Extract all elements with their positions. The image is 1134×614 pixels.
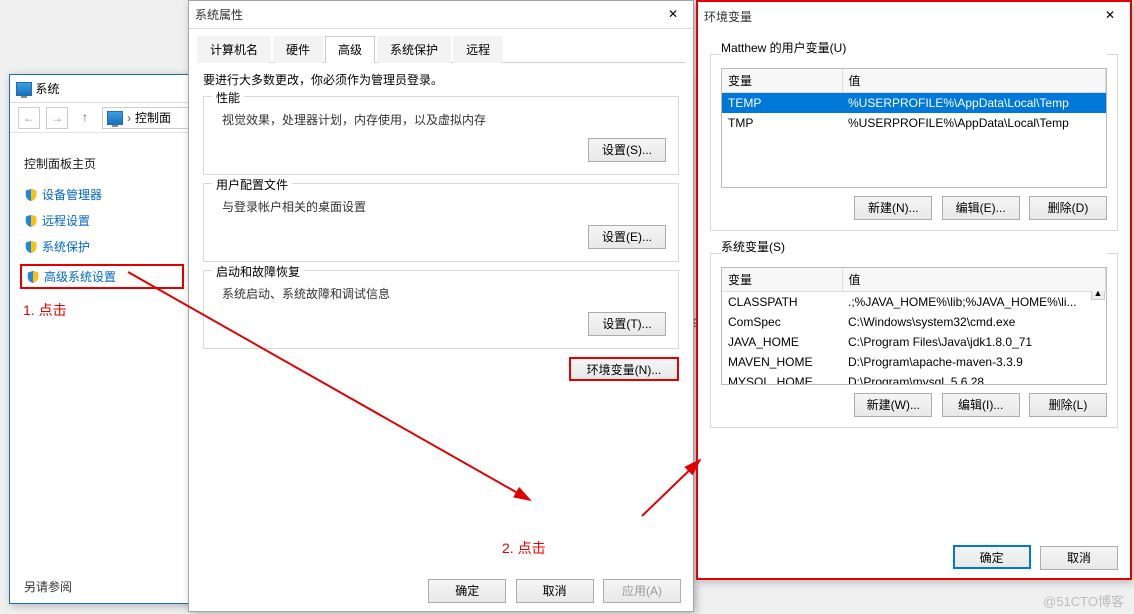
user-vars-table[interactable]: 变量值 TEMP%USERPROFILE%\AppData\Local\Temp… <box>721 68 1107 188</box>
nav-fwd-button[interactable]: → <box>46 107 68 129</box>
shield-icon <box>24 188 38 202</box>
addr-icon <box>107 111 123 125</box>
see-also-label: 另请参阅 <box>24 578 72 595</box>
edit-user-button[interactable]: 编辑(E)... <box>942 196 1020 220</box>
table-row[interactable]: CLASSPATH.;%JAVA_HOME%\lib;%JAVA_HOME%\l… <box>722 292 1106 313</box>
settings-t-button[interactable]: 设置(T)... <box>588 312 666 336</box>
col-var[interactable]: 变量 <box>722 69 842 93</box>
shield-icon <box>26 270 40 284</box>
sp-tabs: 计算机名 硬件 高级 系统保护 远程 <box>197 35 685 63</box>
apply-button[interactable]: 应用(A) <box>603 579 681 603</box>
sidebar-home[interactable]: 控制面板主页 <box>24 155 184 172</box>
edit-sys-button[interactable]: 编辑(I)... <box>942 393 1020 417</box>
new-user-button[interactable]: 新建(N)... <box>854 196 932 220</box>
sidebar-item-device-manager[interactable]: 设备管理器 <box>24 186 184 203</box>
tab-remote[interactable]: 远程 <box>453 36 503 63</box>
table-row[interactable]: ComSpecC:\Windows\system32\cmd.exe <box>722 312 1106 332</box>
env-vars-button[interactable]: 环境变量(N)... <box>569 357 679 381</box>
delete-user-button[interactable]: 删除(D) <box>1029 196 1107 220</box>
new-sys-button[interactable]: 新建(W)... <box>854 393 932 417</box>
group-legend: 性能 <box>212 89 244 106</box>
group-desc: 与登录帐户相关的桌面设置 <box>222 198 666 215</box>
table-row[interactable]: TMP%USERPROFILE%\AppData\Local\Temp <box>722 113 1106 133</box>
cancel-button[interactable]: 取消 <box>1040 546 1118 570</box>
sys-vars-section: 系统变量(S) ▲ 变量值 CLASSPATH.;%JAVA_HOME%\lib… <box>710 253 1118 428</box>
breadcrumb-text: 控制面 <box>135 109 171 126</box>
close-icon[interactable]: ✕ <box>659 5 687 25</box>
group-desc: 系统启动、系统故障和调试信息 <box>222 285 666 302</box>
sp-intro: 要进行大多数更改，你必须作为管理员登录。 <box>189 63 693 88</box>
group-legend: 用户配置文件 <box>212 176 292 193</box>
ev-footer: 确定 取消 <box>947 545 1118 570</box>
sp-footer: 确定 取消 应用(A) <box>422 579 681 603</box>
annotation-2: 2. 点击 <box>502 538 546 558</box>
close-icon[interactable]: ✕ <box>1096 6 1124 26</box>
user-vars-section: Matthew 的用户变量(U) 变量值 TEMP%USERPROFILE%\A… <box>710 54 1118 231</box>
cp-title: 系统 <box>35 82 59 96</box>
nav-back-button[interactable]: ← <box>18 107 40 129</box>
sp-titlebar: 系统属性 ✕ <box>189 1 693 29</box>
watermark: @51CTO博客 <box>1043 591 1124 610</box>
table-row[interactable]: MYSQL_HOMED:\Program\mysql_5.6.28 <box>722 372 1106 385</box>
col-var[interactable]: 变量 <box>722 268 842 292</box>
system-properties-dialog: 系统属性 ✕ 计算机名 硬件 高级 系统保护 远程 要进行大多数更改，你必须作为… <box>188 0 694 612</box>
sys-vars-label: 系统变量(S) <box>721 238 1107 255</box>
shield-icon <box>24 214 38 228</box>
sidebar-item-protection[interactable]: 系统保护 <box>24 238 184 255</box>
ev-title: 环境变量 <box>704 8 752 25</box>
ok-button[interactable]: 确定 <box>953 545 1031 569</box>
system-icon <box>16 82 32 96</box>
col-val[interactable]: 值 <box>842 268 1106 292</box>
tab-advanced[interactable]: 高级 <box>325 36 375 63</box>
group-startup: 启动和故障恢复 系统启动、系统故障和调试信息 设置(T)... <box>203 270 679 349</box>
col-val[interactable]: 值 <box>842 69 1106 93</box>
group-legend: 启动和故障恢复 <box>212 263 304 280</box>
shield-icon <box>24 240 38 254</box>
group-user-profile: 用户配置文件 与登录帐户相关的桌面设置 设置(E)... <box>203 183 679 262</box>
sidebar: 控制面板主页 设备管理器 远程设置 系统保护 高级系统设置 <box>24 155 184 298</box>
user-vars-label: Matthew 的用户变量(U) <box>721 39 1107 56</box>
settings-s-button[interactable]: 设置(S)... <box>588 138 666 162</box>
settings-e-button[interactable]: 设置(E)... <box>588 225 666 249</box>
delete-sys-button[interactable]: 删除(L) <box>1029 393 1107 417</box>
nav-up-button[interactable]: ↑ <box>74 107 96 129</box>
tab-protection[interactable]: 系统保护 <box>377 36 451 63</box>
table-row[interactable]: TEMP%USERPROFILE%\AppData\Local\Temp <box>722 93 1106 114</box>
env-vars-dialog: 环境变量 ✕ Matthew 的用户变量(U) 变量值 TEMP%USERPRO… <box>696 0 1132 580</box>
cancel-button[interactable]: 取消 <box>516 579 594 603</box>
table-row[interactable]: MAVEN_HOMED:\Program\apache-maven-3.3.9 <box>722 352 1106 372</box>
group-performance: 性能 视觉效果，处理器计划，内存使用，以及虚拟内存 设置(S)... <box>203 96 679 175</box>
sp-title: 系统属性 <box>195 6 243 23</box>
sidebar-item-advanced[interactable]: 高级系统设置 <box>20 264 184 289</box>
tab-hardware[interactable]: 硬件 <box>273 36 323 63</box>
sys-vars-table[interactable]: ▲ 变量值 CLASSPATH.;%JAVA_HOME%\lib;%JAVA_H… <box>721 267 1107 385</box>
sidebar-item-remote[interactable]: 远程设置 <box>24 212 184 229</box>
tab-computer-name[interactable]: 计算机名 <box>197 36 271 63</box>
ok-button[interactable]: 确定 <box>428 579 506 603</box>
group-desc: 视觉效果，处理器计划，内存使用，以及虚拟内存 <box>222 111 666 128</box>
annotation-1: 1. 点击 <box>23 300 67 320</box>
ev-titlebar: 环境变量 ✕ <box>698 2 1130 30</box>
table-row[interactable]: JAVA_HOMEC:\Program Files\Java\jdk1.8.0_… <box>722 332 1106 352</box>
